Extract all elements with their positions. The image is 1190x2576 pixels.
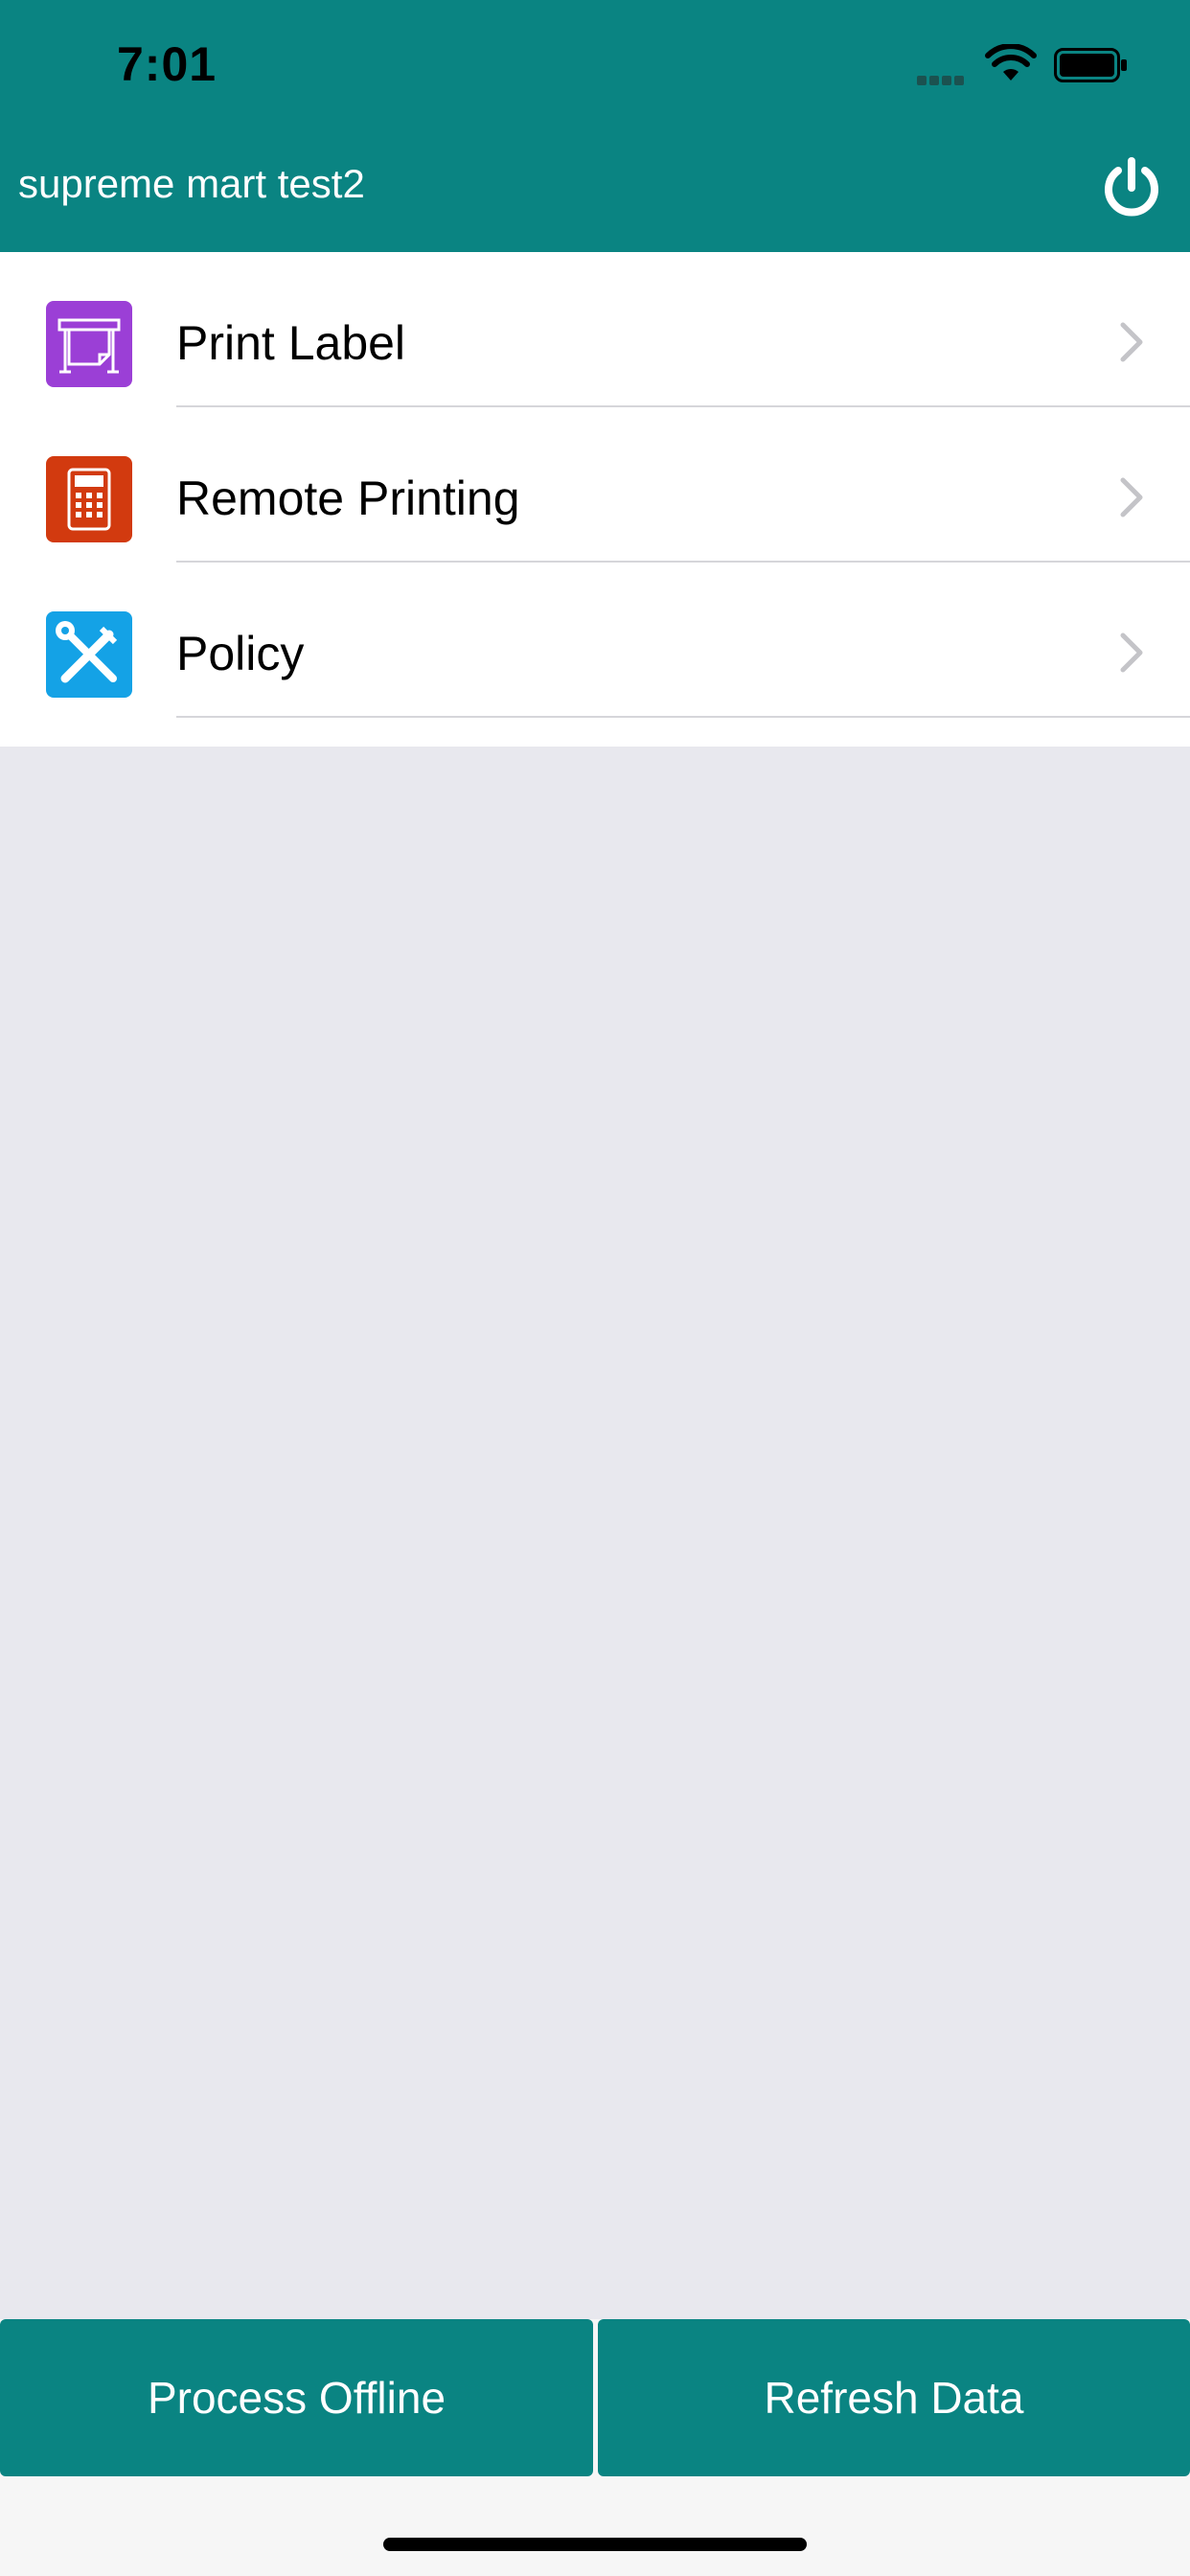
menu-item-policy[interactable]: Policy [0,563,1190,718]
menu-item-label: Print Label [176,316,406,370]
separator [176,716,1190,718]
app-title: supreme mart test2 [18,161,365,206]
menu-item-remote-printing[interactable]: Remote Printing [0,407,1190,563]
power-icon[interactable] [1098,153,1165,220]
calculator-icon [46,456,132,542]
wifi-icon [985,44,1037,80]
chevron-right-icon [1120,632,1143,673]
battery-icon [1054,48,1127,82]
refresh-data-button[interactable]: Refresh Data [598,2319,1190,2476]
tools-icon [46,611,132,698]
printer-icon [46,301,132,387]
app-header: 7:01 supreme mart test2 [0,0,1190,252]
menu-item-label: Remote Printing [176,472,520,525]
home-indicator [383,2538,807,2551]
chevron-right-icon [1120,322,1143,362]
chevron-right-icon [1120,477,1143,518]
menu-list: Print Label Remote Printing Policy [0,252,1190,747]
menu-item-print-label[interactable]: Print Label [0,252,1190,407]
menu-item-label: Policy [176,627,305,680]
process-offline-button[interactable]: Process Offline [0,2319,593,2476]
cellular-signal-icon [917,73,967,90]
status-time: 7:01 [117,37,217,91]
